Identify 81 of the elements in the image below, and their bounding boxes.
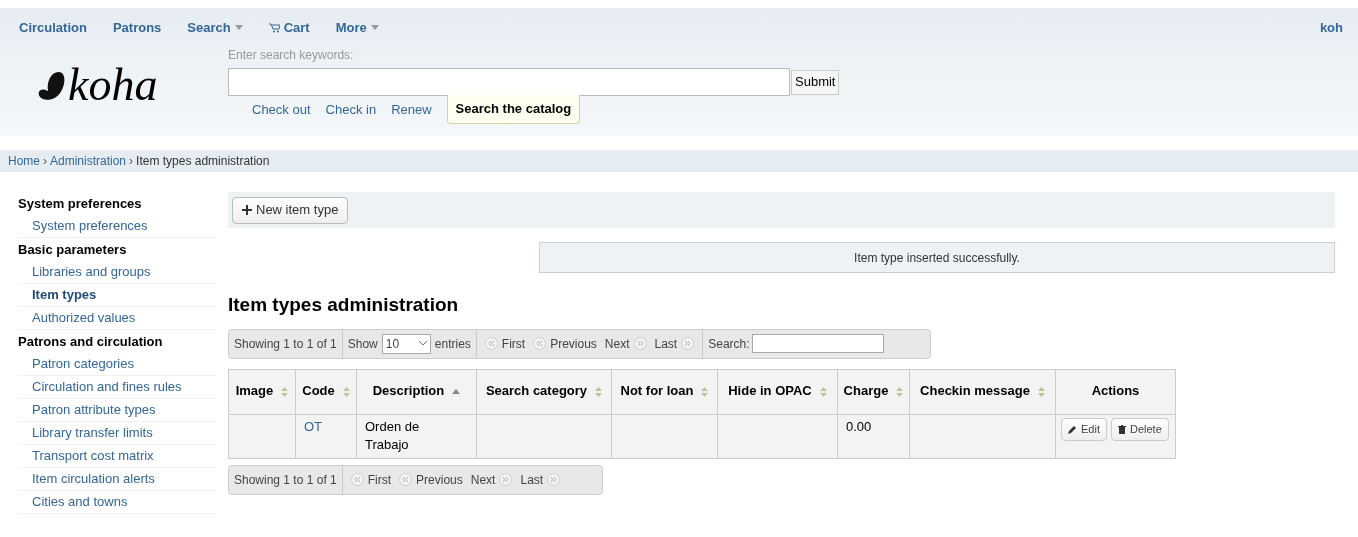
column-header[interactable]: Checkin message: [909, 369, 1056, 414]
nav-link[interactable]: Circulation: [19, 18, 87, 38]
breadcrumb-link[interactable]: Administration: [50, 152, 127, 170]
pencil-icon: [1068, 424, 1077, 434]
table-cell: Orden de Trabajo: [356, 414, 477, 458]
column-header[interactable]: Image: [228, 369, 296, 414]
breadcrumb-link[interactable]: Home: [8, 152, 40, 170]
submit-button[interactable]: Submit: [791, 69, 840, 95]
pager-link[interactable]: Previous: [533, 334, 597, 353]
table-info: Showing 1 to 1 of 1: [229, 329, 343, 358]
edit-button[interactable]: Edit: [1061, 417, 1107, 441]
caret-icon: [370, 25, 379, 31]
chevron-icon: [418, 341, 427, 346]
nav-link[interactable]: Patrons: [112, 18, 162, 38]
sidebar-item[interactable]: Circulation and fines rules: [18, 376, 215, 399]
search-tab[interactable]: Check in: [325, 100, 377, 124]
nav-dropdown[interactable]: Search: [187, 18, 243, 38]
next-circle-icon: [633, 337, 647, 350]
pager-link[interactable]: First: [350, 470, 392, 489]
sidebar-item[interactable]: Transport cost matrix: [18, 445, 215, 468]
column-header[interactable]: Charge: [837, 369, 910, 414]
entries-label: entries: [434, 335, 471, 353]
page-title: Item types administration: [228, 293, 460, 317]
sidebar-item[interactable]: Libraries and groups: [18, 261, 215, 284]
breadcrumb-separator: ›: [129, 153, 134, 170]
column-header[interactable]: Not for loan: [611, 369, 718, 414]
sidebar-heading: Basic parameters: [18, 240, 128, 259]
previous-circle-icon: [399, 473, 413, 486]
table-cell: OT: [295, 414, 357, 458]
sidebar-item[interactable]: System preferences: [18, 215, 215, 238]
column-header[interactable]: Actions: [1055, 369, 1176, 414]
pager-link[interactable]: Last: [520, 470, 561, 489]
search-tab[interactable]: Search the catalog: [446, 95, 581, 124]
pager-link[interactable]: Next: [604, 334, 647, 353]
search-field[interactable]: [228, 67, 790, 96]
nav-dropdown[interactable]: More: [335, 18, 379, 38]
sidebar-heading: Patrons and circulation: [18, 332, 164, 351]
length-select[interactable]: 10: [381, 333, 431, 354]
sidebar-item[interactable]: Authorized values: [18, 307, 215, 330]
search-label: Enter search keywords:: [228, 46, 355, 64]
previous-circle-icon: [484, 337, 498, 350]
table-info: Showing 1 to 1 of 1: [229, 465, 343, 494]
search-label: Search:: [708, 335, 750, 353]
trash-icon: [1117, 424, 1126, 434]
next-circle-icon: [547, 473, 561, 486]
search-tab[interactable]: Check out: [252, 100, 311, 124]
column-header[interactable]: Hide in OPAC: [717, 369, 838, 414]
new-item-type-button[interactable]: New item type: [232, 196, 349, 224]
pager-link[interactable]: Last: [654, 334, 695, 353]
success-message: Item type inserted successfully.: [539, 242, 1335, 273]
table-cell: 0.00: [837, 414, 910, 458]
user-link[interactable]: koh: [1319, 18, 1343, 38]
previous-circle-icon: [533, 337, 547, 350]
sidebar-heading: System preferences: [18, 194, 143, 213]
breadcrumb-separator: ›: [43, 153, 47, 170]
show-label: Show: [347, 335, 378, 353]
previous-circle-icon: [350, 473, 364, 486]
pager-link[interactable]: Previous: [399, 470, 463, 489]
column-header[interactable]: Search category: [476, 369, 612, 414]
cart-icon: [268, 22, 280, 33]
sidebar-item[interactable]: Item circulation alerts: [18, 468, 215, 491]
search-tab[interactable]: Renew: [391, 100, 432, 124]
sidebar-item[interactable]: Patron categories: [18, 353, 215, 376]
pager-link[interactable]: Next: [470, 470, 513, 489]
logo-text: koha: [68, 61, 158, 108]
sidebar-item[interactable]: Cities and towns: [18, 491, 215, 514]
column-header[interactable]: Description: [356, 369, 477, 414]
sidebar-item[interactable]: Patron attribute types: [18, 399, 215, 422]
delete-button[interactable]: Delete: [1110, 417, 1169, 441]
pager-link[interactable]: First: [484, 334, 526, 353]
plus-icon: [242, 205, 252, 215]
column-header[interactable]: Code: [295, 369, 357, 414]
breadcrumb-current: Item types administration: [136, 153, 270, 170]
caret-icon: [234, 25, 243, 31]
sidebar-item[interactable]: Library transfer limits: [18, 422, 215, 445]
next-circle-icon: [681, 337, 695, 350]
table-search-field[interactable]: [751, 334, 884, 353]
nav-link[interactable]: Cart: [268, 18, 310, 38]
sidebar-item[interactable]: Item types: [18, 284, 215, 307]
table-cell: [228, 414, 296, 458]
next-circle-icon: [499, 473, 513, 486]
